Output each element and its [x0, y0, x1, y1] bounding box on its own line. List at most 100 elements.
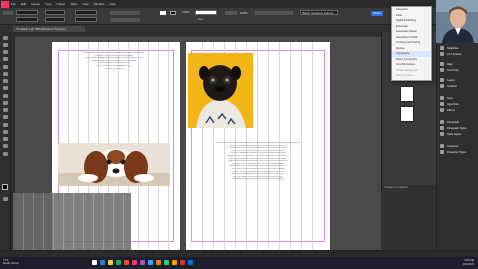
taskbar-app-icon[interactable]: [188, 260, 193, 265]
paragraph-icon: [440, 120, 444, 124]
presenter-webcam: [436, 0, 478, 43]
taskbar-app-icon[interactable]: [180, 260, 185, 265]
pen-tool-icon[interactable]: [3, 79, 8, 83]
hyperlinks-icon: [440, 102, 444, 106]
right-panel-dock: Swatches CC Libraries Align Text Wrap La…: [436, 43, 478, 250]
x-position-field[interactable]: [16, 10, 38, 15]
workspace-item-show-full-menu[interactable]: Show Full Menu: [392, 73, 431, 79]
height-field[interactable]: [45, 17, 65, 22]
body-text-frame[interactable]: Nem sim eos volupta taquatem que numquis…: [194, 142, 322, 181]
dock-label: Layers: [447, 78, 455, 82]
line-tool-icon[interactable]: [3, 72, 8, 76]
character-icon: [440, 144, 444, 148]
note-tool-icon[interactable]: [3, 130, 8, 134]
text-wrap-controls[interactable]: [255, 11, 293, 15]
dock-label: Effects: [447, 108, 455, 112]
dock-label: CC Libraries: [447, 52, 462, 56]
page-tool-icon[interactable]: [3, 50, 8, 54]
menu-table[interactable]: Table: [70, 2, 77, 6]
rectangle-tool-icon[interactable]: [3, 101, 8, 105]
windows-start-icon[interactable]: [92, 260, 97, 265]
effects-controls[interactable]: [225, 11, 237, 15]
scale-y-field[interactable]: [75, 17, 97, 22]
dock-item-text-wrap[interactable]: Text Wrap: [437, 67, 478, 73]
dock-label: Text Wrap: [447, 68, 459, 72]
zoom-tool-icon[interactable]: [3, 152, 8, 156]
indesign-logo-icon[interactable]: [1, 0, 9, 8]
selection-tool-icon[interactable]: [3, 36, 8, 40]
y-position-field[interactable]: [16, 17, 38, 22]
dock-label: Gradient: [447, 84, 457, 88]
taskbar-app-icon[interactable]: [140, 260, 145, 265]
flip-controls[interactable]: [110, 18, 140, 22]
taskbar-app-icon[interactable]: [172, 260, 177, 265]
screen-mode-icon[interactable]: [3, 197, 8, 201]
reference-point-icon[interactable]: [3, 11, 13, 15]
stroke-style-field[interactable]: [195, 10, 217, 15]
taskbar-app-icon[interactable]: [164, 260, 169, 265]
dock-label: Paragraph: [447, 120, 460, 124]
drag-preview-overlay: [13, 193, 131, 257]
free-transform-tool-icon[interactable]: [3, 115, 8, 119]
rectangle-frame-tool-icon[interactable]: [3, 94, 8, 98]
weather-desc: Mostly cloudy: [3, 262, 19, 265]
menu-type[interactable]: Type: [45, 2, 52, 6]
horizontal-ruler[interactable]: [11, 32, 381, 37]
grid-line: [93, 193, 94, 257]
type-tool-icon[interactable]: [3, 65, 8, 69]
spaniel-photo[interactable]: [58, 143, 170, 186]
dock-label: Swatches: [447, 46, 459, 50]
scale-x-field[interactable]: [75, 10, 97, 15]
share-button[interactable]: Share: [371, 11, 383, 16]
dock-item-effects[interactable]: Effects: [437, 107, 478, 113]
menu-object[interactable]: Object: [57, 2, 66, 6]
menu-help[interactable]: Help: [110, 2, 116, 6]
taskbar-app-icon[interactable]: [132, 260, 137, 265]
fill-stroke-swatch-icon[interactable]: [2, 184, 8, 190]
dock-item-cc-libraries[interactable]: CC Libraries: [437, 51, 478, 57]
grid-line: [73, 193, 74, 257]
taskbar-app-icon[interactable]: [156, 260, 161, 265]
width-field[interactable]: [45, 10, 65, 15]
taskbar-app-icon[interactable]: [124, 260, 129, 265]
gap-tool-icon[interactable]: [3, 57, 8, 61]
dock-item-character-styles[interactable]: Character Styles: [437, 149, 478, 155]
weather-widget[interactable]: 71°F Mostly cloudy: [3, 259, 19, 265]
dock-label: Paragraph Styles: [447, 126, 467, 130]
eyedropper-tool-icon[interactable]: [3, 137, 8, 141]
workspace-dropdown-menu: Advanced Book Digital Publishing Essenti…: [391, 6, 432, 81]
rotate-shear-controls[interactable]: [110, 11, 140, 15]
hand-tool-icon[interactable]: [3, 144, 8, 148]
effects-icon: [440, 108, 444, 112]
frame-style-select[interactable]: [Basic Graphics Frame]: [300, 10, 338, 15]
pug-photo[interactable]: [188, 53, 253, 128]
swatches-icon: [440, 46, 444, 50]
menu-edit[interactable]: Edit: [21, 2, 26, 6]
dock-item-gradient[interactable]: Gradient: [437, 83, 478, 89]
taskbar-app-icon[interactable]: [116, 260, 121, 265]
body-text-frame[interactable]: Nam volupta turescid qui blabore sid qui…: [59, 52, 169, 73]
page-2-thumbnail[interactable]: [400, 106, 414, 122]
right-page[interactable]: Nem sim eos volupta taquatem que numquis…: [186, 42, 330, 250]
page-1-thumbnail[interactable]: [400, 86, 414, 102]
clock-time: 9:50 AM: [464, 259, 474, 262]
menu-window[interactable]: Window: [94, 2, 105, 6]
system-clock[interactable]: 9:50 AM 4/24/2023: [462, 259, 474, 266]
gradient-tool-icon[interactable]: [3, 123, 8, 127]
dock-item-table-styles[interactable]: Table Styles: [437, 131, 478, 137]
windows-taskbar: 71°F Mostly cloudy 9:50 AM 4/24/2023: [0, 257, 478, 269]
libraries-icon: [440, 52, 444, 56]
taskbar-app-icon[interactable]: [100, 260, 105, 265]
fill-swatch-icon[interactable]: [160, 11, 166, 15]
pencil-tool-icon[interactable]: [3, 86, 8, 90]
menu-view[interactable]: View: [82, 2, 88, 6]
scissors-tool-icon[interactable]: [3, 108, 8, 112]
text-wrap-icon: [440, 68, 444, 72]
menu-file[interactable]: File: [11, 2, 16, 6]
direct-selection-tool-icon[interactable]: [3, 43, 8, 47]
taskbar-app-icon[interactable]: [108, 260, 113, 265]
stroke-swatch-icon[interactable]: [170, 11, 176, 15]
table-styles-icon: [440, 132, 444, 136]
menu-layout[interactable]: Layout: [31, 2, 40, 6]
taskbar-app-icon[interactable]: [148, 260, 153, 265]
